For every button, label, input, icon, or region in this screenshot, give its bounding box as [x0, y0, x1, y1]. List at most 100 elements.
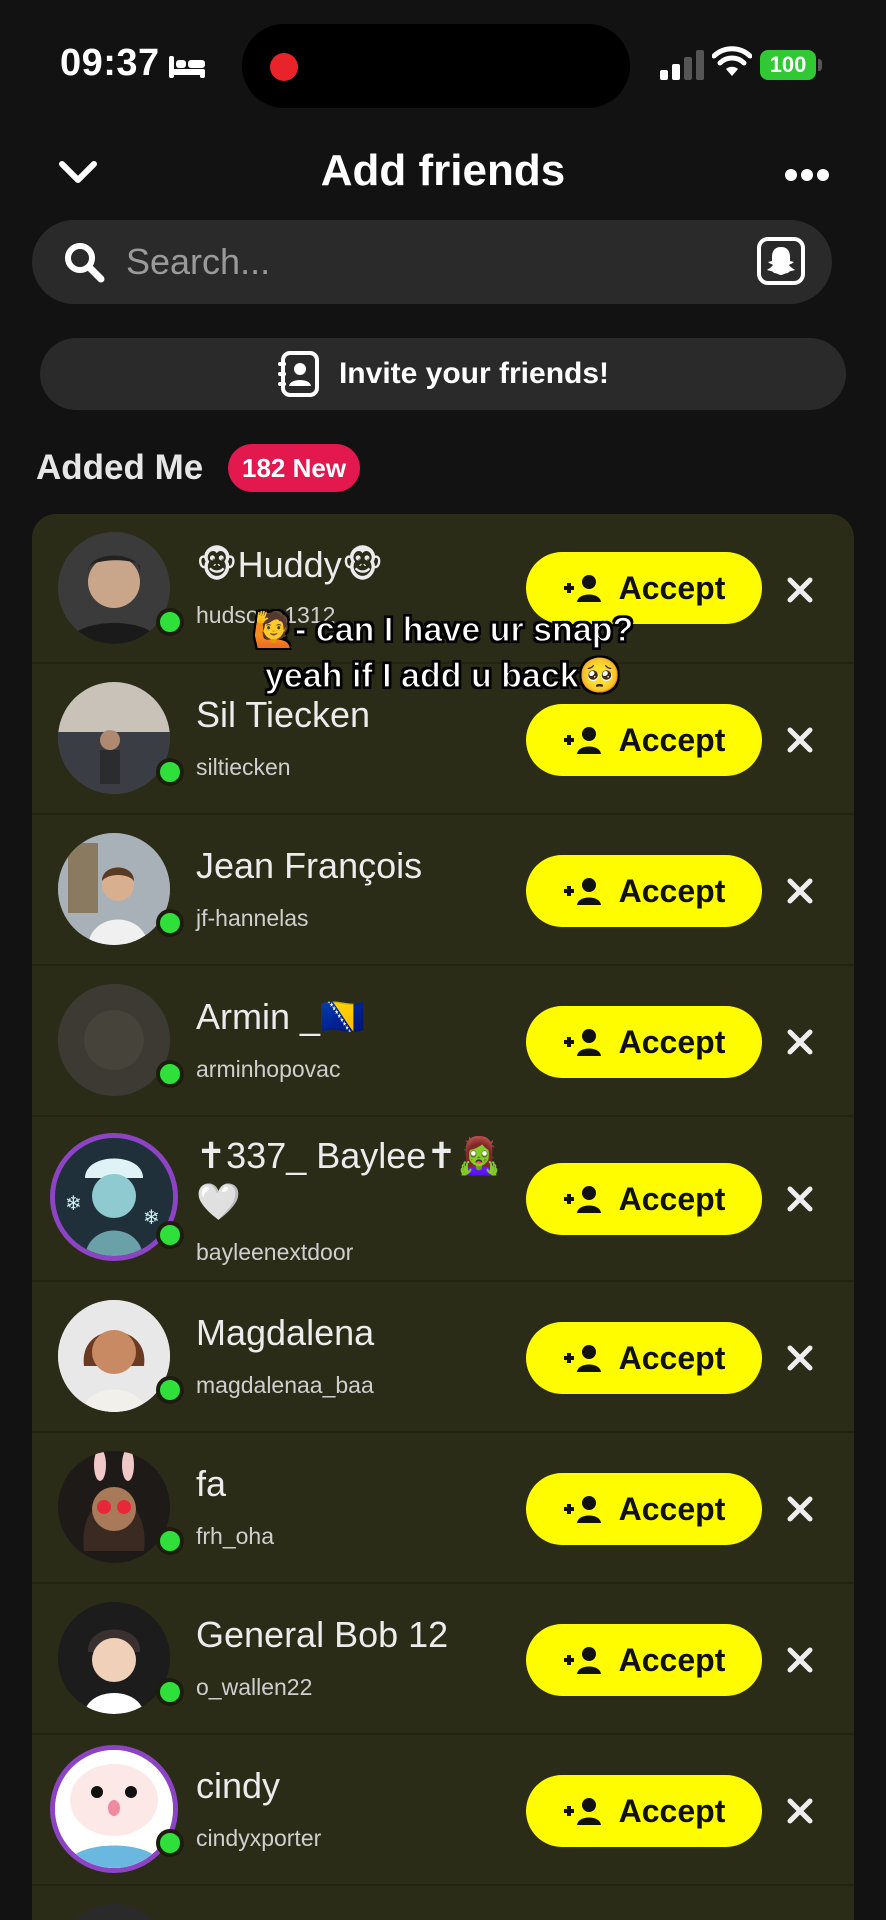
online-status-icon	[156, 1376, 184, 1404]
add-friend-icon	[563, 727, 601, 754]
battery-nub	[818, 59, 822, 71]
search-bar[interactable]	[32, 220, 832, 304]
close-icon[interactable]	[784, 724, 816, 756]
friend-username: frh_oha	[196, 1523, 275, 1549]
close-icon[interactable]	[784, 1026, 816, 1058]
avatar[interactable]	[50, 1745, 178, 1873]
avatar[interactable]	[58, 1300, 170, 1412]
avatar[interactable]	[58, 1602, 170, 1714]
friend-username: cindyxporter	[196, 1825, 322, 1851]
online-status-icon	[156, 1829, 184, 1857]
avatar[interactable]	[58, 1451, 170, 1563]
accept-label: Accept	[618, 569, 726, 606]
accept-label: Accept	[618, 721, 726, 758]
friend-request-row: Armin _🇧🇦 arminhopovac Accept	[32, 966, 854, 1117]
friend-display-name: 🐵Huddy🐵	[196, 544, 384, 585]
avatar[interactable]	[58, 1904, 170, 1920]
accept-button[interactable]: Accept	[526, 1473, 762, 1545]
recording-indicator-icon	[270, 53, 298, 81]
close-icon[interactable]	[784, 875, 816, 907]
add-friend-icon	[563, 1496, 601, 1523]
accept-button[interactable]: Accept	[526, 855, 762, 927]
add-friend-icon	[563, 878, 601, 905]
status-bar: 09:37 100	[0, 0, 886, 130]
add-friend-icon	[563, 1029, 601, 1056]
search-icon	[65, 243, 105, 283]
snapcode-scan-icon[interactable]	[756, 236, 806, 286]
accept-button[interactable]: Accept	[526, 1322, 762, 1394]
section-title-added-me: Added Me	[36, 448, 204, 487]
invite-friends-button[interactable]: Invite your friends!	[40, 338, 846, 410]
add-friend-icon	[563, 1647, 601, 1674]
friend-request-row: ❄ ❄ ✝337_ Baylee✝🧟‍♀️ 🤍 bayleenextdoor Ac…	[32, 1117, 854, 1282]
svg-text:❄: ❄	[143, 1207, 160, 1229]
close-icon[interactable]	[784, 1644, 816, 1676]
contacts-book-icon	[277, 351, 319, 397]
friend-display-name: Sil Tiecken	[196, 694, 371, 735]
overlay-caption-line2: yeah if I add u back🥺	[264, 656, 621, 695]
new-requests-badge: 182 New	[228, 444, 361, 492]
add-friend-icon	[563, 1345, 601, 1372]
friend-display-name: Magdalena	[196, 1312, 375, 1353]
friend-request-row-partial	[32, 1886, 854, 1920]
friend-display-name: ✝337_ Baylee✝🧟‍♀️	[196, 1135, 502, 1176]
accept-label: Accept	[618, 1023, 726, 1060]
friend-request-row: Jean François jf-hannelas Accept	[32, 815, 854, 966]
online-status-icon	[156, 758, 184, 786]
friend-display-name: General Bob 12	[196, 1614, 449, 1655]
cellular-signal-icon	[660, 50, 704, 80]
accept-button[interactable]: Accept	[526, 1624, 762, 1696]
friend-request-row: General Bob 12 o_wallen22 Accept	[32, 1584, 854, 1735]
friend-request-row: fa frh_oha Accept	[32, 1433, 854, 1584]
friend-request-list: 🐵Huddy🐵 hudson_1312 Accept Sil Tiecken s…	[32, 514, 854, 1920]
online-status-icon	[156, 1678, 184, 1706]
overlay-caption-line1: 🙋- can I have ur snap?	[252, 610, 634, 649]
avatar[interactable]	[58, 833, 170, 945]
accept-label: Accept	[618, 1792, 726, 1829]
friend-username: siltiecken	[196, 754, 291, 780]
accept-button[interactable]: Accept	[526, 1163, 762, 1235]
clock-time: 09:37	[60, 42, 160, 84]
friend-display-name: Armin _🇧🇦	[196, 996, 365, 1037]
more-options-icon[interactable]	[784, 168, 830, 182]
add-friend-icon	[563, 1186, 601, 1213]
add-friend-icon	[563, 575, 601, 602]
accept-button[interactable]: Accept	[526, 1006, 762, 1078]
close-icon[interactable]	[784, 1493, 816, 1525]
search-input[interactable]	[126, 236, 726, 288]
friend-display-name: Jean François	[196, 845, 423, 886]
friend-username: bayleenextdoor	[196, 1239, 354, 1265]
battery-indicator: 100	[760, 50, 816, 80]
close-icon[interactable]	[784, 574, 816, 606]
dynamic-island	[242, 24, 630, 108]
friend-username: o_wallen22	[196, 1674, 313, 1700]
friend-username: jf-hannelas	[196, 905, 309, 931]
accept-label: Accept	[618, 1641, 726, 1678]
online-status-icon	[156, 1060, 184, 1088]
accept-label: Accept	[618, 1180, 726, 1217]
online-status-icon	[156, 1221, 184, 1249]
accept-button[interactable]: Accept	[526, 1775, 762, 1847]
avatar[interactable]	[58, 682, 170, 794]
accept-label: Accept	[618, 872, 726, 909]
friend-username: magdalenaa_baa	[196, 1372, 374, 1398]
svg-text:❄: ❄	[65, 1193, 82, 1215]
close-icon[interactable]	[784, 1183, 816, 1215]
friend-display-name-line2: 🤍	[196, 1181, 241, 1222]
friend-display-name: cindy	[196, 1765, 281, 1806]
friend-request-row: cindy cindyxporter Accept	[32, 1735, 854, 1886]
invite-friends-label: Invite your friends!	[338, 357, 610, 390]
close-icon[interactable]	[784, 1795, 816, 1827]
online-status-icon	[156, 1527, 184, 1555]
accept-label: Accept	[618, 1339, 726, 1376]
header: Add friends	[0, 130, 886, 214]
online-status-icon	[156, 909, 184, 937]
accept-button[interactable]: Accept	[526, 704, 762, 776]
avatar[interactable]	[58, 984, 170, 1096]
accept-label: Accept	[618, 1490, 726, 1527]
add-friend-icon	[563, 1798, 601, 1825]
close-icon[interactable]	[784, 1342, 816, 1374]
page-title: Add friends	[320, 146, 566, 195]
bed-icon	[169, 56, 205, 78]
wifi-icon	[712, 46, 752, 76]
